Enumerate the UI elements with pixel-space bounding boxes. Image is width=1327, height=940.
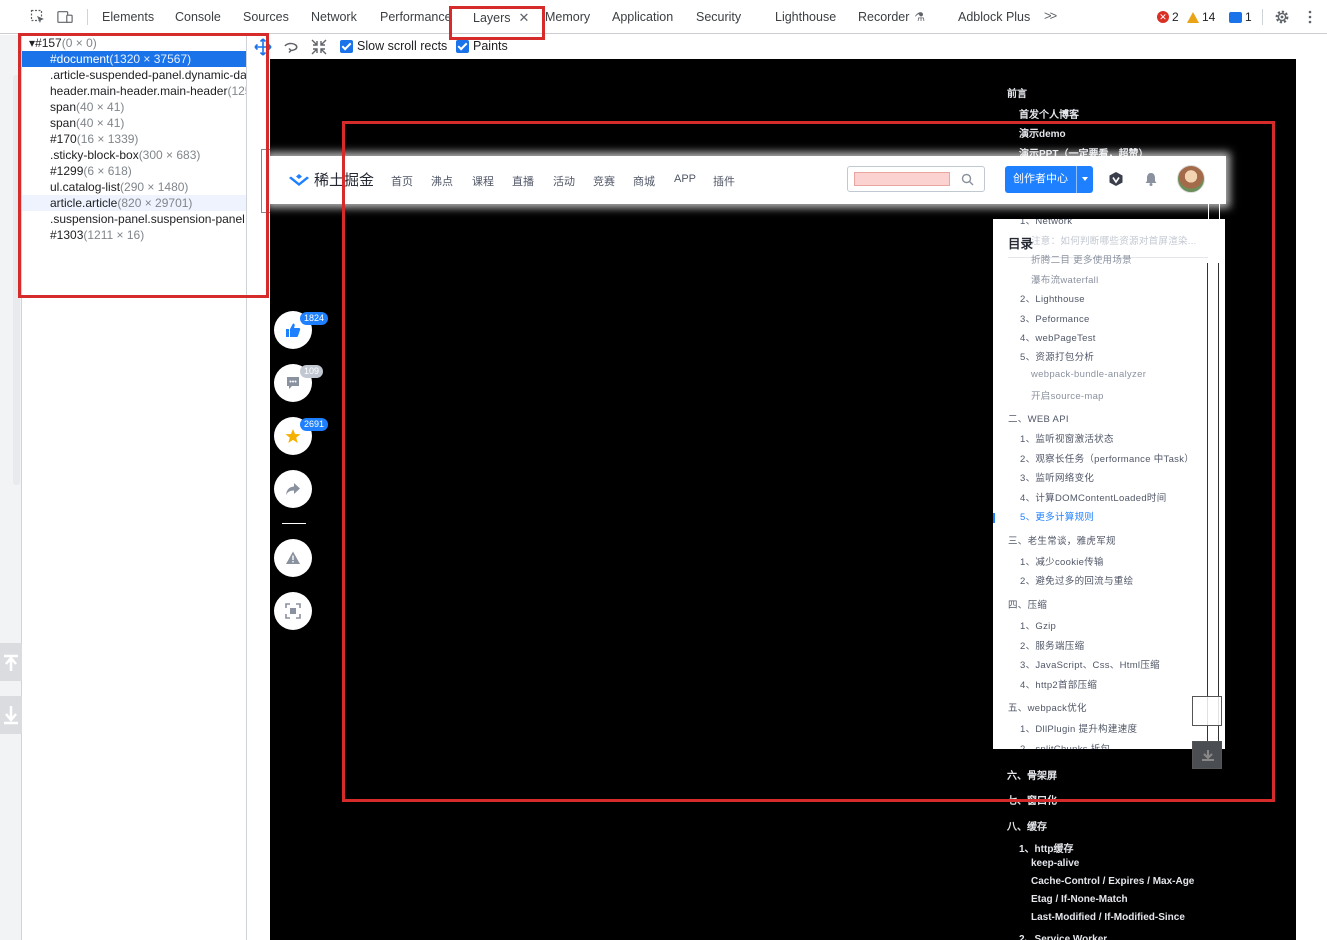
fullscreen-icon <box>285 603 301 619</box>
side-divider <box>282 523 306 524</box>
warning-count: 14 <box>1202 10 1216 24</box>
warning-count-badge[interactable]: 14 <box>1187 9 1215 25</box>
error-count: 2 <box>1172 10 1179 24</box>
tab-lighthouse[interactable]: Lighthouse <box>775 0 836 34</box>
viewport-highlight <box>342 121 1275 802</box>
share-button[interactable] <box>274 470 312 508</box>
toc-item: Cache-Control / Expires / Max-Age <box>1031 876 1195 887</box>
message-count-badge[interactable]: 1 <box>1229 9 1252 25</box>
toc-item: 2、Service Worker <box>1019 934 1108 940</box>
tab-console[interactable]: Console <box>175 0 221 34</box>
tab-recorder-label: Recorder <box>858 10 910 24</box>
layers-tab-highlight <box>449 6 545 40</box>
paints-checkbox[interactable] <box>456 40 469 53</box>
devtools-tab-bar: Elements Console Sources Network Perform… <box>0 0 1327 34</box>
warning-icon <box>286 551 300 564</box>
tab-recorder[interactable]: Recorder ⚗ <box>858 0 925 34</box>
comment-icon <box>287 377 299 389</box>
error-count-badge[interactable]: ✕ 2 <box>1157 9 1179 25</box>
arrow-up-icon <box>4 654 18 671</box>
toc-item: keep-alive <box>1031 858 1080 869</box>
toc-item: 首发个人博客 <box>1019 110 1079 121</box>
comment-count-badge: 109 <box>300 365 324 378</box>
scroll-top-button[interactable] <box>0 643 22 681</box>
layer-tree-highlight <box>18 33 269 298</box>
slow-scroll-rects-label[interactable]: Slow scroll rects <box>357 39 447 53</box>
more-options-icon[interactable] <box>1302 9 1318 25</box>
flask-icon: ⚗ <box>914 10 926 24</box>
star-icon <box>285 429 301 443</box>
toc-heading: 八、缓存 <box>1007 822 1047 833</box>
thumbs-up-icon <box>286 323 301 337</box>
tab-security[interactable]: Security <box>696 0 741 34</box>
devtools-window: Elements Console Sources Network Perform… <box>0 0 1327 940</box>
tab-sources[interactable]: Sources <box>243 0 289 34</box>
double-chevron-right-icon[interactable]: >> <box>1044 8 1057 23</box>
scroll-bottom-button[interactable] <box>0 696 22 734</box>
report-button[interactable] <box>274 539 312 577</box>
layers-toolbar: Slow scroll rects Paints <box>247 35 1327 59</box>
device-toolbar-icon[interactable] <box>57 9 73 25</box>
tab-separator <box>1262 9 1263 25</box>
warning-icon <box>1187 11 1199 23</box>
like-count-badge: 1824 <box>300 312 329 325</box>
tab-adblock-plus[interactable]: Adblock Plus <box>958 0 1030 34</box>
tab-application[interactable]: Application <box>612 0 673 34</box>
message-count: 1 <box>1245 10 1252 24</box>
tab-separator <box>87 9 88 25</box>
toc-item: Etag / If-None-Match <box>1031 894 1128 905</box>
slow-scroll-rects-checkbox[interactable] <box>340 40 353 53</box>
gear-icon[interactable] <box>1274 9 1290 25</box>
tab-network[interactable]: Network <box>311 0 357 34</box>
focus-mode-button[interactable] <box>274 592 312 630</box>
collect-count-badge: 2691 <box>300 418 329 431</box>
tab-performance[interactable]: Performance <box>380 0 452 34</box>
toc-item: Last-Modified / If-Modified-Since <box>1031 912 1185 923</box>
message-icon <box>1229 11 1242 23</box>
tab-memory[interactable]: Memory <box>545 0 590 34</box>
toc-heading: 前言 <box>1007 89 1027 100</box>
inspect-element-icon[interactable] <box>30 9 46 25</box>
error-icon: ✕ <box>1157 11 1169 23</box>
arrow-down-icon <box>4 706 18 725</box>
rotate-mode-icon[interactable] <box>282 38 300 56</box>
share-icon <box>286 483 300 495</box>
tab-elements[interactable]: Elements <box>102 0 154 34</box>
paints-label[interactable]: Paints <box>473 39 508 53</box>
juejin-logo-icon <box>289 173 309 186</box>
toc-item: 1、http缓存 <box>1019 844 1074 855</box>
reset-transform-icon[interactable] <box>310 38 328 56</box>
